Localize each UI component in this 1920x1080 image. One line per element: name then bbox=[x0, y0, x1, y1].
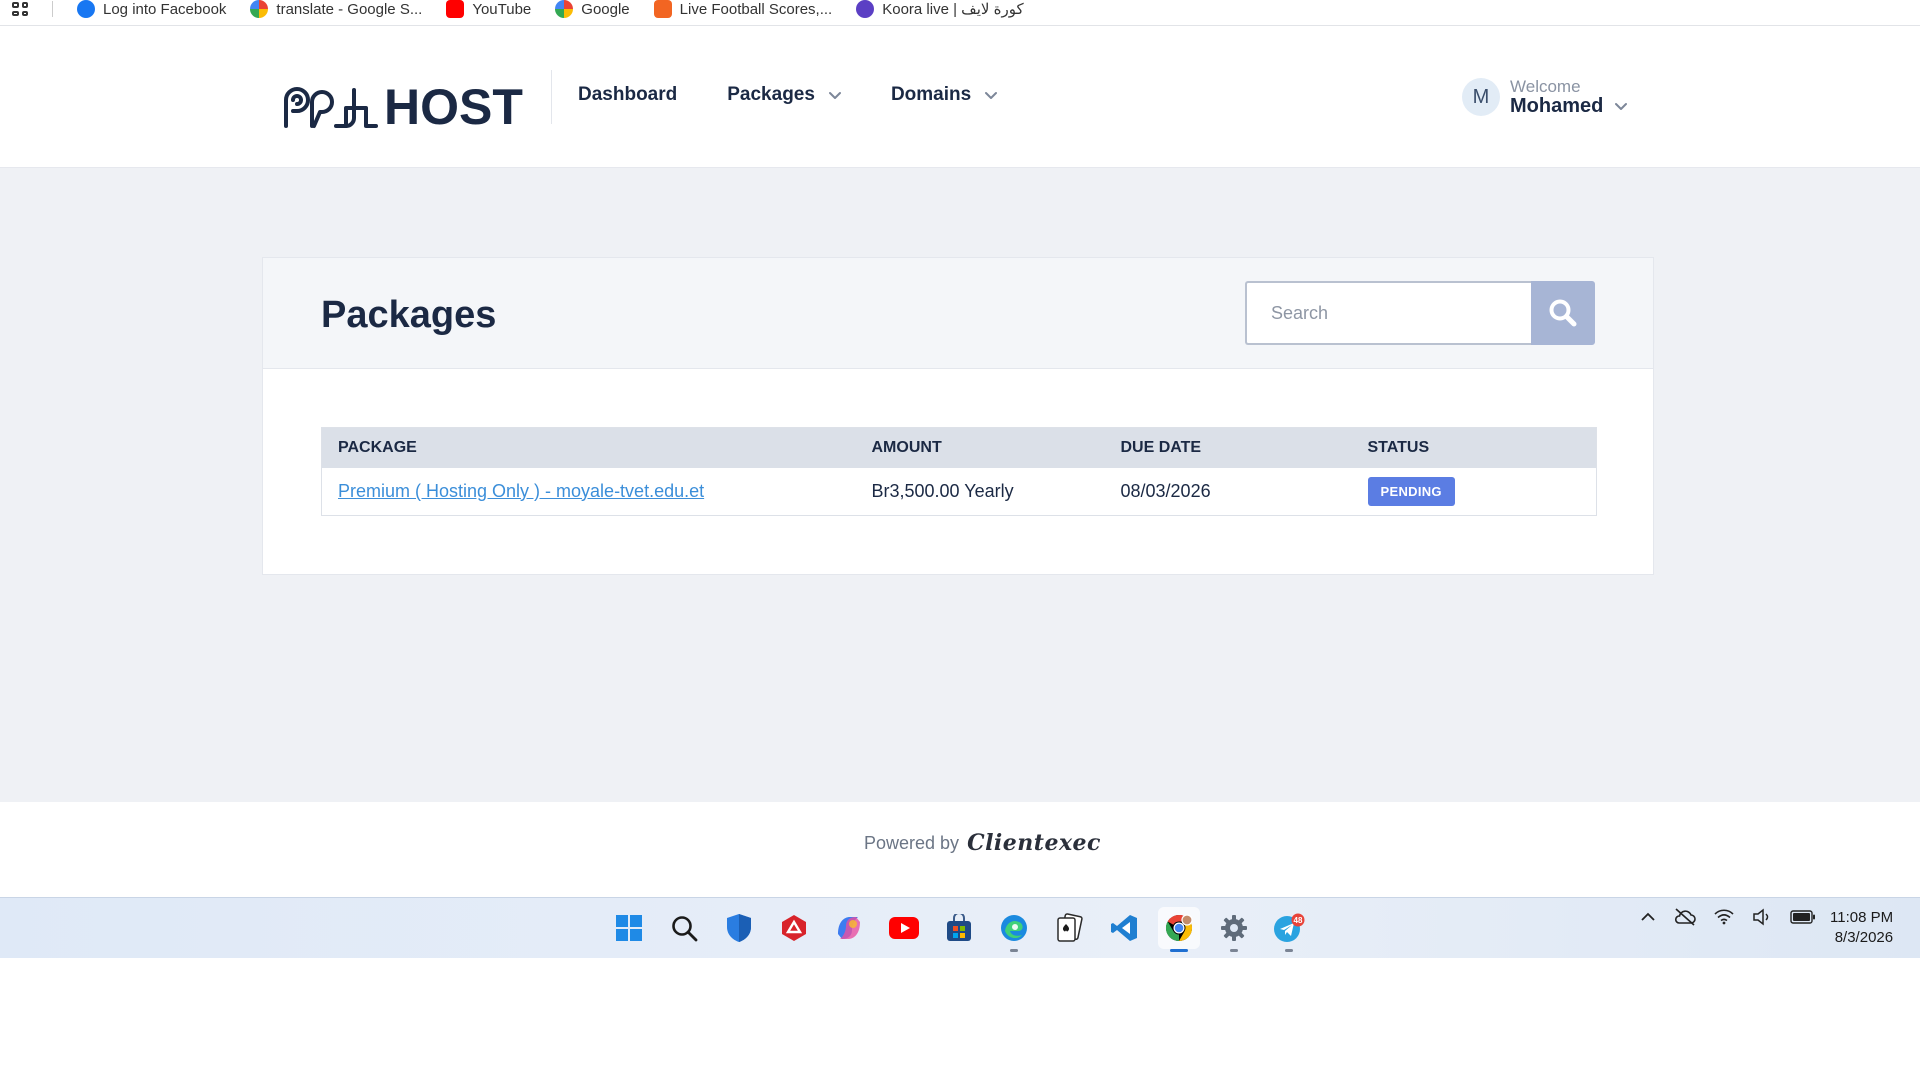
nav-packages[interactable]: Packages bbox=[727, 84, 841, 106]
page-title: Packages bbox=[321, 294, 497, 336]
windows-start-icon[interactable] bbox=[608, 907, 650, 949]
logo-text: HOST bbox=[384, 79, 523, 135]
user-name: Mohamed bbox=[1510, 94, 1604, 117]
search-input[interactable] bbox=[1245, 281, 1531, 345]
main-content: Packages PACKAGE AMOUNT DUE DATE STATUS bbox=[0, 168, 1920, 802]
facebook-icon bbox=[77, 0, 95, 18]
taskbar: 48 11:08 PM 8/3/2026 bbox=[0, 897, 1920, 958]
site-header: HOST Dashboard Packages Domains M Welcom… bbox=[0, 26, 1920, 168]
packages-card: Packages PACKAGE AMOUNT DUE DATE STATUS bbox=[262, 257, 1654, 575]
youtube-icon[interactable] bbox=[883, 907, 925, 949]
blank-area bbox=[0, 958, 1920, 1080]
avatar: M bbox=[1462, 78, 1500, 117]
column-header-amount[interactable]: AMOUNT bbox=[855, 427, 1105, 468]
bookmarks-bar: Log into Facebook translate - Google S..… bbox=[0, 0, 1920, 26]
header-divider bbox=[551, 70, 552, 124]
bookmark-translate[interactable]: translate - Google S... bbox=[250, 0, 422, 18]
status-cell: PENDING bbox=[1352, 468, 1597, 516]
package-link[interactable]: Premium ( Hosting Only ) - moyale-tvet.e… bbox=[338, 481, 704, 501]
volume-icon[interactable] bbox=[1752, 908, 1772, 926]
bookmark-koora[interactable]: Koora live | كورة لايف bbox=[856, 0, 1024, 18]
bookmark-youtube[interactable]: YouTube bbox=[446, 0, 531, 18]
user-menu[interactable]: M Welcome Mohamed bbox=[1462, 77, 1628, 117]
bookmark-label: Google bbox=[581, 0, 630, 18]
google-icon bbox=[250, 0, 269, 18]
search-box bbox=[1245, 281, 1595, 345]
copilot-icon[interactable] bbox=[828, 907, 870, 949]
site-logo[interactable]: HOST bbox=[280, 82, 523, 132]
package-cell: Premium ( Hosting Only ) - moyale-tvet.e… bbox=[322, 468, 856, 516]
koora-icon bbox=[856, 0, 875, 18]
bookmark-facebook[interactable]: Log into Facebook bbox=[77, 0, 226, 18]
google-icon bbox=[555, 0, 574, 18]
clock-time: 11:08 PM bbox=[1830, 909, 1894, 926]
telegram-icon[interactable]: 48 bbox=[1268, 907, 1310, 952]
amount-cell: Br3,500.00 Yearly bbox=[871, 480, 1014, 501]
user-greeting: Welcome Mohamed bbox=[1510, 77, 1628, 117]
nav-dashboard[interactable]: Dashboard bbox=[578, 84, 677, 106]
column-header-due-date[interactable]: DUE DATE bbox=[1104, 427, 1352, 468]
due-date-cell: 08/03/2026 bbox=[1120, 480, 1211, 501]
main-nav: Dashboard Packages Domains bbox=[578, 84, 998, 106]
system-clock[interactable]: 11:08 PM 8/3/2026 bbox=[1830, 908, 1893, 949]
solitaire-icon[interactable] bbox=[1048, 907, 1090, 949]
clock-date: 8/3/2026 bbox=[1834, 929, 1894, 947]
adobe-acrobat-icon[interactable] bbox=[773, 907, 815, 949]
defender-shield-icon[interactable] bbox=[718, 907, 760, 949]
column-header-status[interactable]: STATUS bbox=[1351, 427, 1597, 468]
edge-browser-icon[interactable] bbox=[993, 907, 1035, 952]
powered-by: Powered by Clientexec bbox=[864, 830, 1101, 856]
running-indicator bbox=[1230, 949, 1238, 952]
taskbar-apps: 48 bbox=[608, 907, 1310, 952]
bookmark-label: Koora live | كورة لايف bbox=[882, 1, 1024, 18]
chevron-down-icon bbox=[1615, 103, 1628, 111]
running-indicator bbox=[1285, 949, 1293, 952]
bookmark-live-football[interactable]: Live Football Scores,... bbox=[653, 0, 833, 18]
search-icon bbox=[1549, 299, 1577, 327]
logo-mark-icon bbox=[284, 87, 378, 128]
wifi-icon[interactable] bbox=[1714, 909, 1734, 925]
system-tray bbox=[1640, 908, 1816, 926]
nav-dashboard-label: Dashboard bbox=[578, 84, 678, 105]
welcome-text: Welcome bbox=[1510, 77, 1581, 96]
bookmark-google[interactable]: Google bbox=[555, 0, 630, 18]
chevron-up-icon[interactable] bbox=[1640, 909, 1656, 925]
battery-icon[interactable] bbox=[1790, 910, 1816, 924]
telegram-badge: 48 bbox=[1294, 916, 1303, 925]
bookmarks-separator bbox=[52, 1, 53, 17]
nav-domains[interactable]: Domains bbox=[890, 84, 998, 106]
nav-domains-label: Domains bbox=[890, 84, 972, 105]
chrome-icon[interactable] bbox=[1158, 907, 1200, 952]
settings-gear-icon[interactable] bbox=[1213, 907, 1255, 952]
bookmark-label: translate - Google S... bbox=[276, 0, 423, 18]
status-badge: PENDING bbox=[1367, 476, 1455, 506]
table-header-row: PACKAGE AMOUNT DUE DATE STATUS bbox=[321, 427, 1597, 468]
packages-table: PACKAGE AMOUNT DUE DATE STATUS Premium (… bbox=[321, 427, 1597, 516]
card-header: Packages bbox=[263, 258, 1653, 369]
table-row[interactable]: Premium ( Hosting Only ) - moyale-tvet.e… bbox=[322, 468, 1597, 516]
chevron-down-icon bbox=[828, 92, 841, 99]
chevron-down-icon bbox=[985, 92, 998, 99]
bookmark-label: Log into Facebook bbox=[103, 0, 227, 18]
vscode-icon[interactable] bbox=[1103, 907, 1145, 949]
bookmark-label: YouTube bbox=[472, 0, 532, 18]
search-icon[interactable] bbox=[663, 907, 705, 949]
nav-packages-label: Packages bbox=[727, 84, 815, 105]
powered-by-label: Powered by bbox=[864, 832, 960, 853]
search-button[interactable] bbox=[1531, 281, 1595, 345]
youtube-icon bbox=[446, 0, 465, 18]
clientexec-logo[interactable]: Clientexec bbox=[967, 830, 1101, 856]
onedrive-offline-icon[interactable] bbox=[1674, 908, 1696, 926]
running-indicator bbox=[1010, 949, 1018, 952]
microsoft-store-icon[interactable] bbox=[938, 907, 980, 949]
apps-grid-icon[interactable] bbox=[12, 2, 28, 16]
livescore-icon bbox=[653, 0, 672, 18]
active-indicator bbox=[1170, 949, 1188, 952]
site-footer: Powered by Clientexec bbox=[0, 802, 1920, 897]
column-header-package[interactable]: PACKAGE bbox=[321, 427, 856, 468]
bookmark-label: Live Football Scores,... bbox=[679, 0, 833, 18]
